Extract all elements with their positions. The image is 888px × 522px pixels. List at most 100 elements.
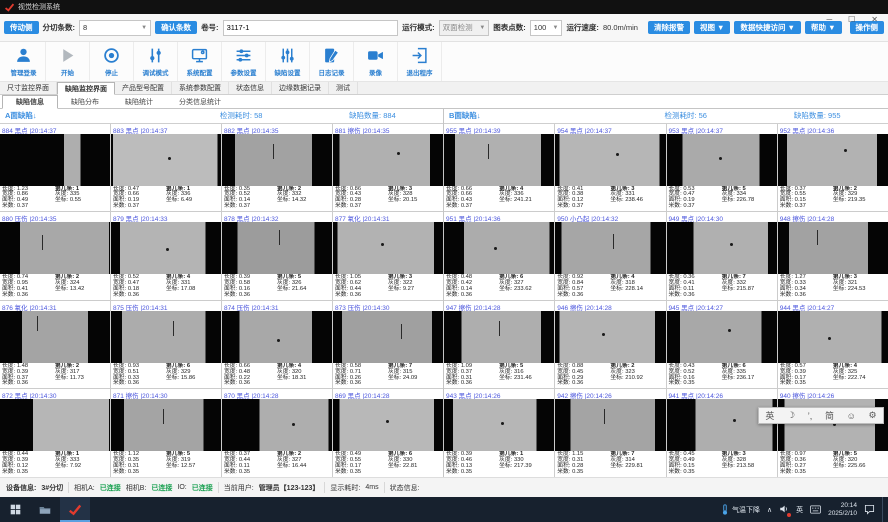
action-center-icon[interactable]: [864, 504, 875, 515]
confirm-count-button[interactable]: 确认条数: [155, 21, 197, 35]
defect-cell[interactable]: 954 黑点 |20:14:37长度: 0.41宽度: 0.38面积: 0.12…: [555, 124, 665, 212]
tool-button-tune[interactable]: 调试模式: [134, 42, 178, 81]
defect-mark: [397, 152, 400, 155]
main-tab-1[interactable]: 尺寸监控界面: [0, 82, 57, 94]
taskbar-clock[interactable]: 20:14 2025/2/10: [828, 502, 857, 518]
tool-button-exit[interactable]: 退出程序: [398, 42, 442, 81]
display-time-value: 4ms: [365, 484, 378, 491]
defect-cell-header: 953 黑点 |20:14:37: [667, 124, 777, 134]
main-tab-2[interactable]: 缺陷监控界面: [57, 82, 115, 95]
defect-cell[interactable]: 951 黑点 |20:14:36长度: 0.48宽度: 0.42面积: 0.14…: [444, 212, 554, 300]
volume-button[interactable]: [779, 504, 789, 516]
defect-cell[interactable]: 869 黑点 |20:14:28长度: 0.49宽度: 0.55面积: 0.17…: [333, 389, 443, 477]
defect-cell[interactable]: 873 压伤 |20:14:30长度: 0.58宽度: 0.71面积: 0.26…: [333, 301, 443, 389]
defect-coord: 坐标: 213.58: [722, 464, 775, 470]
main-tab-4[interactable]: 系统参数配置: [172, 82, 229, 94]
panel-title[interactable]: B面缺陷↓: [449, 110, 620, 121]
defect-meter: 米数: 0.36: [446, 293, 499, 299]
tool-button-play[interactable]: 开始: [46, 42, 90, 81]
defect-cell-header: 943 黑点 |20:14:26: [444, 389, 554, 399]
main-tab-7[interactable]: 测试: [329, 82, 358, 94]
ime-floating-bar[interactable]: 英 ☽ ’, 简 ☺ ⚙: [758, 407, 884, 424]
defect-cell[interactable]: 941 黑点 |20:14:26长度: 0.45宽度: 0.49面积: 0.15…: [667, 389, 777, 477]
ime-lang-english[interactable]: 英: [765, 409, 774, 422]
defect-cell[interactable]: 943 黑点 |20:14:26长度: 0.39宽度: 0.46面积: 0.13…: [444, 389, 554, 477]
maximize-button[interactable]: ☐: [848, 15, 855, 24]
tool-button-camera[interactable]: 录像: [354, 42, 398, 81]
defect-image: [0, 311, 110, 363]
defect-cell[interactable]: 955 黑点 |20:14:39长度: 0.66宽度: 0.66面积: 0.43…: [444, 124, 554, 212]
defect-cell[interactable]: 871 擦伤 |20:14:30长度: 1.12宽度: 0.35面积: 0.31…: [111, 389, 221, 477]
slit-count-select[interactable]: 8▼: [79, 20, 151, 36]
ime-punctuation[interactable]: ’,: [808, 411, 813, 421]
defect-cell[interactable]: 882 黑点 |20:14:35长度: 0.35宽度: 0.52面积: 0.14…: [222, 124, 332, 212]
run-mode-select[interactable]: 双面检测▼: [439, 20, 490, 36]
tool-button-sliders[interactable]: 参数设置: [222, 42, 266, 81]
close-button[interactable]: ✕: [871, 15, 878, 24]
tray-expand-arrow[interactable]: ∧: [767, 506, 772, 514]
defect-cell-header: 870 黑点 |20:14:28: [222, 389, 332, 399]
roll-input[interactable]: [223, 20, 399, 36]
defect-cell[interactable]: 877 氧化 |20:14:31长度: 1.05宽度: 0.62面积: 0.44…: [333, 212, 443, 300]
taskbar-app-file-explorer[interactable]: [30, 497, 60, 522]
defect-cell[interactable]: 883 黑点 |20:14:37长度: 0.47宽度: 0.66面积: 0.19…: [111, 124, 221, 212]
ime-settings-gear-icon[interactable]: ⚙: [869, 410, 877, 421]
tool-button-slidersv[interactable]: 缺陷设置: [266, 42, 310, 81]
defect-cell[interactable]: 950 小凸起 |20:14:32长度: 0.92宽度: 0.84面积: 0.5…: [555, 212, 665, 300]
icon-toolbar: 管理登录开始停止调试模式系统配置参数设置缺陷设置日志记录录像退出程序: [0, 42, 888, 82]
defect-cell[interactable]: 878 黑点 |20:14:32长度: 0.39宽度: 0.58面积: 0.16…: [222, 212, 332, 300]
tool-button-log[interactable]: 日志记录: [310, 42, 354, 81]
defect-cell[interactable]: 872 黑点 |20:14:30长度: 0.44宽度: 0.39面积: 0.12…: [0, 389, 110, 477]
defect-cell[interactable]: 948 擦伤 |20:14:28长度: 1.27宽度: 0.33面积: 0.34…: [778, 212, 888, 300]
defect-cell[interactable]: 949 黑点 |20:14:30长度: 0.36宽度: 0.41面积: 0.11…: [667, 212, 777, 300]
defect-cell[interactable]: 944 黑点 |20:14:27长度: 0.57宽度: 0.39面积: 0.17…: [778, 301, 888, 389]
main-tab-5[interactable]: 状态信息: [229, 82, 272, 94]
start-button[interactable]: [0, 497, 30, 522]
defect-cell[interactable]: 942 擦伤 |20:14:26长度: 1.15宽度: 0.31面积: 0.28…: [555, 389, 665, 477]
drive-side-button[interactable]: 传动侧: [4, 21, 39, 35]
defect-mark: [166, 248, 169, 251]
taskbar-app-inspection-system[interactable]: [60, 497, 90, 522]
main-tab-3[interactable]: 产品型号配置: [115, 82, 172, 94]
defect-mark: [733, 419, 736, 422]
chart-points-select[interactable]: 100▼: [530, 20, 563, 36]
ime-moon-icon[interactable]: ☽: [787, 410, 795, 421]
defect-cell[interactable]: 881 擦伤 |20:14:35长度: 0.86宽度: 0.43面积: 0.28…: [333, 124, 443, 212]
minimize-button[interactable]: ─: [826, 15, 832, 24]
weather-widget[interactable]: 气温下降: [721, 504, 760, 515]
defect-cell[interactable]: 879 黑点 |20:14:33长度: 0.52宽度: 0.47面积: 0.18…: [111, 212, 221, 300]
defect-cell[interactable]: 884 黑点 |20:14:37长度: 1.23宽度: 0.86面积: 0.49…: [0, 124, 110, 212]
defect-cell[interactable]: 880 压伤 |20:14:35长度: 0.74宽度: 0.95面积: 0.41…: [0, 212, 110, 300]
defect-cell[interactable]: 940 擦伤 |20:14:26长度: 0.97宽度: 0.36面积: 0.27…: [778, 389, 888, 477]
ime-language-indicator[interactable]: 英: [796, 505, 803, 515]
tool-button-monitor[interactable]: 系统配置: [178, 42, 222, 81]
tool-button-user[interactable]: 管理登录: [2, 42, 46, 81]
sub-tab-3[interactable]: 缺陷统计: [112, 95, 166, 108]
defect-cell[interactable]: 875 压伤 |20:14:31长度: 0.93宽度: 0.51面积: 0.33…: [111, 301, 221, 389]
show-desktop-strip[interactable]: [882, 497, 885, 522]
data-quick-access-button[interactable]: 数据快捷访问 ▼: [734, 21, 801, 35]
sub-tab-2[interactable]: 缺陷分布: [58, 95, 112, 108]
defect-cell[interactable]: 952 黑点 |20:14:36长度: 0.37宽度: 0.55面积: 0.15…: [778, 124, 888, 212]
sub-tab-1[interactable]: 缺陷信息: [2, 95, 58, 109]
defect-cell[interactable]: 870 黑点 |20:14:28长度: 0.37宽度: 0.44面积: 0.11…: [222, 389, 332, 477]
view-menu-button[interactable]: 视图 ▼: [694, 21, 731, 35]
exit-icon: [411, 47, 428, 66]
main-tab-6[interactable]: 边缘数据记录: [272, 82, 329, 94]
defect-cell[interactable]: 947 擦伤 |20:14:28长度: 1.09宽度: 0.37面积: 0.31…: [444, 301, 554, 389]
sub-tab-4[interactable]: 分类信息统计: [166, 95, 234, 108]
ime-simplified[interactable]: 简: [825, 409, 834, 422]
defect-cell[interactable]: 945 黑点 |20:14:27长度: 0.43宽度: 0.52面积: 0.16…: [667, 301, 777, 389]
defect-cell-info: 长度: 0.88宽度: 0.45面积: 0.29米数: 0.36第几条: 2灰度…: [555, 363, 665, 389]
defect-cell[interactable]: 874 压伤 |20:14:31长度: 0.66宽度: 0.48面积: 0.22…: [222, 301, 332, 389]
defect-cell[interactable]: 953 黑点 |20:14:37长度: 0.53宽度: 0.47面积: 0.19…: [667, 124, 777, 212]
ime-keyboard-icon[interactable]: [810, 505, 821, 514]
panel-title[interactable]: A面缺陷↓: [5, 110, 176, 121]
ime-emoji-icon[interactable]: ☺: [847, 411, 856, 421]
defect-image: [333, 222, 443, 274]
defect-cell-info: 长度: 0.47宽度: 0.66面积: 0.19米数: 0.37第几条: 1灰度…: [111, 186, 221, 212]
defect-cell[interactable]: 876 氧化 |20:14:31长度: 1.48宽度: 0.39面积: 0.37…: [0, 301, 110, 389]
clear-alarm-button[interactable]: 清除报警: [648, 21, 690, 35]
defect-cell[interactable]: 946 擦伤 |20:14:28长度: 0.88宽度: 0.45面积: 0.29…: [555, 301, 665, 389]
tool-button-stop[interactable]: 停止: [90, 42, 134, 81]
